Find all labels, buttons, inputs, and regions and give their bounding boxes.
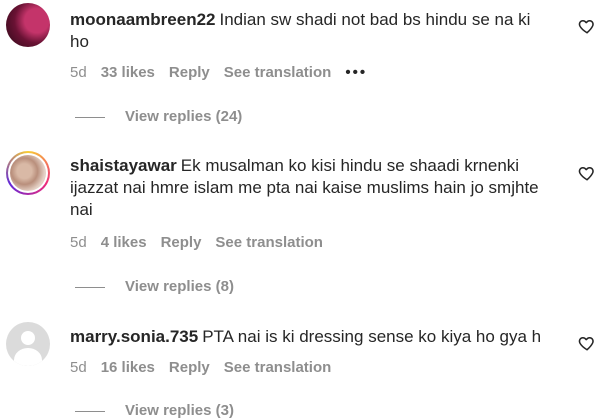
comment-time: 5d (70, 64, 87, 81)
reply-button[interactable]: Reply (161, 234, 202, 251)
see-translation-button[interactable]: See translation (215, 234, 323, 251)
username[interactable]: moonaambreen22 (70, 10, 216, 29)
like-heart-icon[interactable] (578, 17, 596, 35)
see-translation-button[interactable]: See translation (224, 359, 332, 376)
comment-text: PTA nai is ki dressing sense ko kiya ho … (202, 327, 542, 346)
comment-text-block: moonaambreen22 Indian sw shadi not bad bs… (70, 9, 550, 53)
username[interactable]: marry.sonia.735 (70, 327, 198, 346)
comment-meta: 5d 33 likes Reply See translation ••• (70, 64, 381, 81)
comment-meta: 5d 4 likes Reply See translation (70, 234, 337, 251)
view-replies-label: View replies (8) (125, 278, 234, 295)
view-replies-button[interactable]: View replies (8) (75, 278, 234, 295)
more-options-icon[interactable]: ••• (345, 64, 367, 81)
comment-time: 5d (70, 359, 87, 376)
like-heart-icon[interactable] (578, 334, 596, 352)
view-replies-button[interactable]: View replies (24) (75, 108, 242, 125)
likes-count[interactable]: 16 likes (101, 359, 155, 376)
like-heart-icon[interactable] (578, 164, 596, 182)
comment-time: 5d (70, 234, 87, 251)
reply-button[interactable]: Reply (169, 64, 210, 81)
comment-text-block: shaistayawar Ek musalman ko kisi hindu se… (70, 155, 550, 221)
likes-count[interactable]: 4 likes (101, 234, 147, 251)
reply-button[interactable]: Reply (169, 359, 210, 376)
avatar[interactable] (6, 3, 50, 47)
divider-line (75, 410, 105, 412)
divider-line (75, 286, 105, 288)
divider-line (75, 116, 105, 118)
avatar[interactable] (6, 322, 50, 366)
avatar[interactable] (6, 151, 50, 195)
see-translation-button[interactable]: See translation (224, 64, 332, 81)
view-replies-label: View replies (24) (125, 108, 243, 125)
username[interactable]: shaistayawar (70, 156, 177, 175)
comment-meta: 5d 16 likes Reply See translation (70, 359, 345, 376)
view-replies-label: View replies (3) (125, 402, 234, 419)
view-replies-button[interactable]: View replies (3) (75, 402, 234, 419)
likes-count[interactable]: 33 likes (101, 64, 155, 81)
comment-text-block: marry.sonia.735 PTA nai is ki dressing se… (70, 326, 550, 348)
